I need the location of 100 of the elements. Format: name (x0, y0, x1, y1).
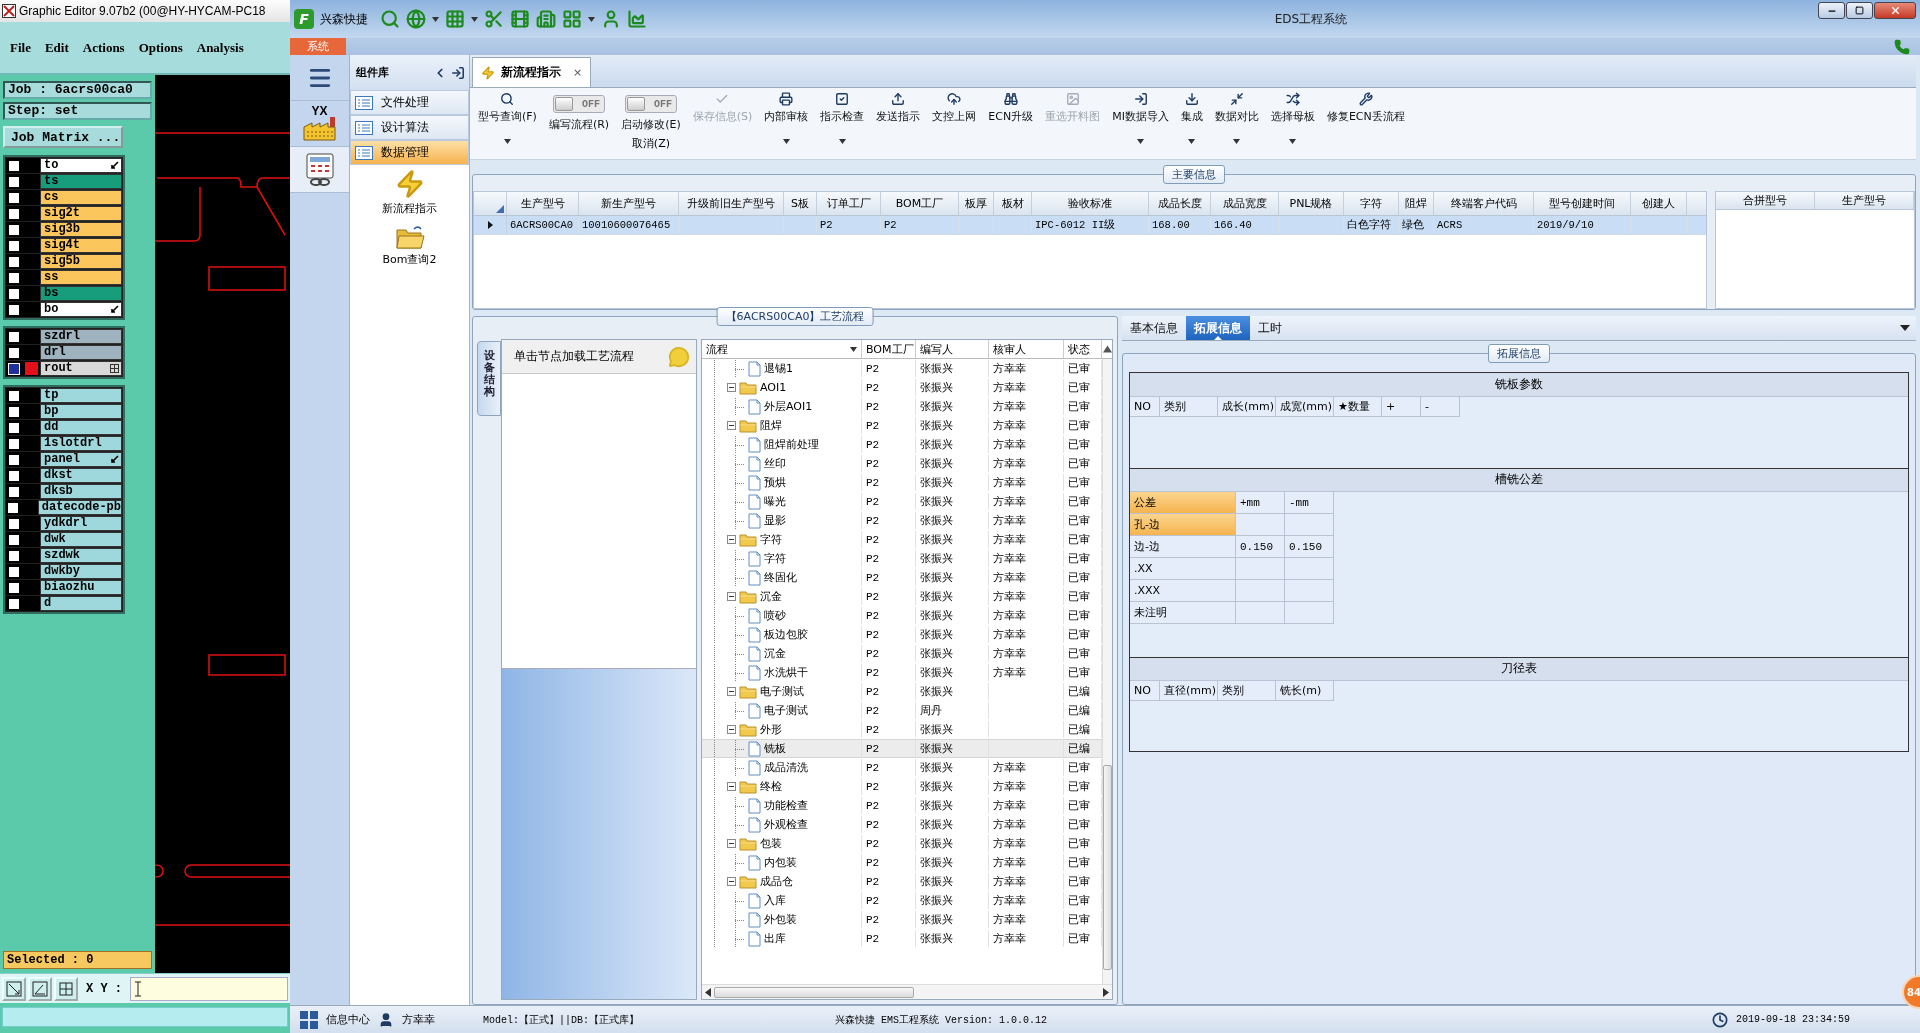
phone-icon[interactable] (1894, 38, 1910, 55)
layer-checkbox[interactable] (8, 517, 20, 530)
category-item[interactable]: 设计算法 (350, 115, 469, 140)
folder-icon[interactable] (394, 224, 425, 250)
column-header[interactable]: 阻焊 (1399, 192, 1434, 215)
toolbar-button[interactable]: 型号查询(F) (476, 92, 539, 144)
toolbar-button[interactable]: 内部审核 (762, 92, 811, 144)
layer-checkbox[interactable] (8, 330, 20, 343)
column-header[interactable]: 板材 (994, 192, 1032, 215)
layer-label[interactable]: drl (40, 345, 122, 360)
collapse-icon[interactable] (727, 383, 736, 392)
row-header[interactable]: .XXX (1130, 580, 1236, 603)
layer-label[interactable]: dwk (40, 532, 122, 547)
layer-label[interactable]: to (40, 158, 122, 173)
info-center-link[interactable]: 信息中心 (326, 1012, 370, 1027)
area-chart-icon[interactable] (627, 9, 647, 29)
building-icon[interactable] (536, 9, 556, 29)
factory-logo[interactable]: YX (299, 104, 340, 143)
scroll-up-icon[interactable] (1103, 345, 1112, 353)
table-icon[interactable] (445, 9, 465, 29)
column-header[interactable]: BOM工厂 (862, 340, 916, 358)
column-header[interactable]: 类别 (1160, 396, 1218, 417)
column-header[interactable]: 创建人 (1631, 192, 1687, 215)
column-header[interactable]: 状态 (1064, 340, 1102, 358)
vertical-tab[interactable]: 设备结构 (477, 341, 501, 416)
layer-label[interactable]: bp (40, 404, 122, 419)
component-label[interactable]: 新流程指示 (382, 201, 437, 216)
menu-item[interactable]: Edit (44, 39, 69, 56)
minimize-button[interactable] (1818, 2, 1845, 19)
row-header[interactable]: .XX (1130, 558, 1236, 581)
row-header[interactable]: 未注明 (1130, 602, 1236, 625)
layer-label[interactable]: panel (40, 452, 122, 467)
layer-checkbox[interactable] (8, 271, 20, 284)
layer-checkbox[interactable] (8, 405, 20, 418)
menu-item[interactable]: Actions (82, 39, 125, 56)
layer-checkbox[interactable] (8, 159, 20, 172)
film-icon[interactable] (510, 9, 530, 29)
column-header[interactable]: 合拼型号 (1716, 192, 1815, 209)
menu-item[interactable]: File (10, 39, 31, 56)
layer-label[interactable]: bs (40, 286, 122, 301)
layer-checkbox[interactable] (8, 421, 20, 434)
toolbar-button[interactable]: 指示检查 (818, 92, 867, 144)
column-header[interactable]: 升级前旧生产型号 (679, 192, 784, 215)
column-header[interactable]: +mm (1236, 492, 1285, 515)
column-header[interactable]: 验收标准 (1032, 192, 1149, 215)
layer-label[interactable]: biaozhu (40, 580, 122, 595)
column-header[interactable]: NO (1130, 681, 1160, 702)
column-header[interactable]: 板厚 (959, 192, 994, 215)
row-header[interactable]: 孔-边 (1130, 514, 1236, 537)
grid-icon[interactable] (562, 9, 582, 29)
toolbar-button[interactable]: 数据对比 (1212, 92, 1261, 144)
column-header[interactable]: BOM工厂 (881, 192, 959, 215)
column-header[interactable]: 成长(mm) (1218, 396, 1276, 417)
column-header[interactable]: S板 (784, 192, 817, 215)
layer-label[interactable]: sig4t (40, 238, 122, 253)
sign-in-icon[interactable] (451, 65, 465, 80)
table-row[interactable]: 6ACRS00CA0 10010600076465 P2 P2 IPC-6012 II级 168.00 166.40 白色字符 绿色 ACRS 2019/9/10 (474, 216, 1706, 235)
category-item[interactable]: 数据管理 (350, 140, 469, 165)
component-label[interactable]: Bom查询2 (382, 252, 437, 267)
collapse-icon[interactable] (727, 421, 736, 430)
layer-checkbox[interactable] (8, 581, 20, 594)
row-header[interactable]: 边-边 (1130, 536, 1236, 559)
column-header[interactable]: 字符 (1344, 192, 1399, 215)
column-header[interactable]: 流程 (702, 340, 862, 358)
toggle-switch[interactable]: OFF (553, 95, 606, 113)
toolbar-button[interactable]: 发送指示 (874, 92, 923, 124)
scroll-left-icon[interactable] (705, 987, 711, 997)
column-header[interactable]: 直径(mm) (1160, 681, 1218, 702)
layer-label[interactable]: szdwk (40, 548, 122, 563)
layer-label[interactable]: szdrl (40, 329, 122, 344)
layer-checkbox[interactable] (8, 207, 20, 220)
column-header[interactable]: -mm (1285, 492, 1334, 515)
layer-checkbox[interactable] (8, 303, 20, 316)
layer-checkbox[interactable] (8, 533, 20, 546)
layer-label[interactable]: sig2t (40, 206, 122, 221)
coordinate-field[interactable] (130, 976, 288, 1001)
column-header[interactable]: 成宽(mm) (1276, 396, 1334, 417)
column-header[interactable]: 终端客户代码 (1434, 192, 1534, 215)
layer-checkbox[interactable] (8, 239, 20, 252)
column-header[interactable]: NO (1130, 396, 1160, 417)
toolbar-button[interactable]: 修复ECN丢流程 (1324, 92, 1407, 124)
layer-checkbox[interactable] (8, 346, 20, 359)
layer-label[interactable]: rout (40, 361, 122, 376)
column-header[interactable]: 成品长度 (1149, 192, 1211, 215)
layer-label[interactable]: sig5b (40, 254, 122, 269)
column-header[interactable]: ★数量 (1334, 396, 1382, 417)
layer-label[interactable]: ydkdrl (40, 516, 122, 531)
layer-checkbox[interactable] (8, 453, 20, 466)
column-header[interactable]: 编写人 (916, 340, 989, 358)
vertical-scrollbar[interactable] (1102, 359, 1112, 984)
layer-label[interactable]: bo (40, 302, 122, 317)
layer-checkbox[interactable] (8, 223, 20, 236)
layer-checkbox[interactable] (8, 287, 20, 300)
toolbar-button[interactable]: 选择母板 (1268, 92, 1317, 144)
menu-item[interactable]: Analysis (196, 39, 244, 56)
layer-checkbox[interactable] (8, 597, 20, 610)
layer-label[interactable]: ss (40, 270, 122, 285)
column-header[interactable]: 新生产型号 (579, 192, 679, 215)
toolbar-button[interactable]: 文控上网 (930, 92, 979, 124)
job-matrix-button[interactable]: Job Matrix ... (3, 126, 123, 148)
